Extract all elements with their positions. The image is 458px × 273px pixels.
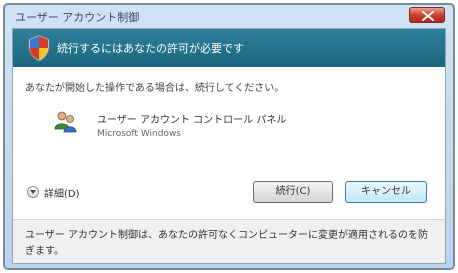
details-toggle[interactable]: 詳細(D) [27, 183, 80, 201]
continue-button[interactable]: 続行(C) [253, 181, 333, 203]
details-expander[interactable] [27, 186, 39, 198]
chevron-down-icon [30, 190, 36, 194]
cancel-button[interactable]: キャンセル [345, 181, 427, 203]
program-publisher: Microsoft Windows [97, 129, 181, 139]
window-title: ユーザー アカウント制御 [15, 11, 140, 24]
main-content: あなたが開始した操作である場合は、続行してください。 ユーザー アカウント コン… [13, 67, 445, 220]
program-name: ユーザー アカウント コントロール パネル [97, 115, 287, 126]
user-accounts-icon [54, 111, 77, 133]
dialog-body: 続行するにはあなたの許可が必要です あなたが開始した操作である場合は、続行してく… [12, 28, 446, 264]
close-button[interactable] [409, 7, 445, 23]
footer-text: ユーザー アカウント制御は、あなたの許可なくコンピューターに変更が適用されるのを… [25, 230, 428, 257]
title-bar[interactable]: ユーザー アカウント制御 [5, 5, 453, 27]
details-label[interactable]: 詳細(D) [44, 185, 80, 200]
banner-text: 続行するにはあなたの許可が必要です [57, 42, 244, 55]
permission-banner: 続行するにはあなたの許可が必要です [13, 29, 445, 67]
uac-dialog: ユーザー アカウント制御 続行するにはあなたの許可が必要です あなたが開始した操… [3, 3, 455, 270]
instruction-text: あなたが開始した操作である場合は、続行してください。 [25, 83, 285, 94]
footer: ユーザー アカウント制御は、あなたの許可なくコンピューターに変更が適用されるのを… [13, 220, 445, 263]
close-icon [422, 11, 434, 21]
shield-icon [28, 34, 50, 62]
